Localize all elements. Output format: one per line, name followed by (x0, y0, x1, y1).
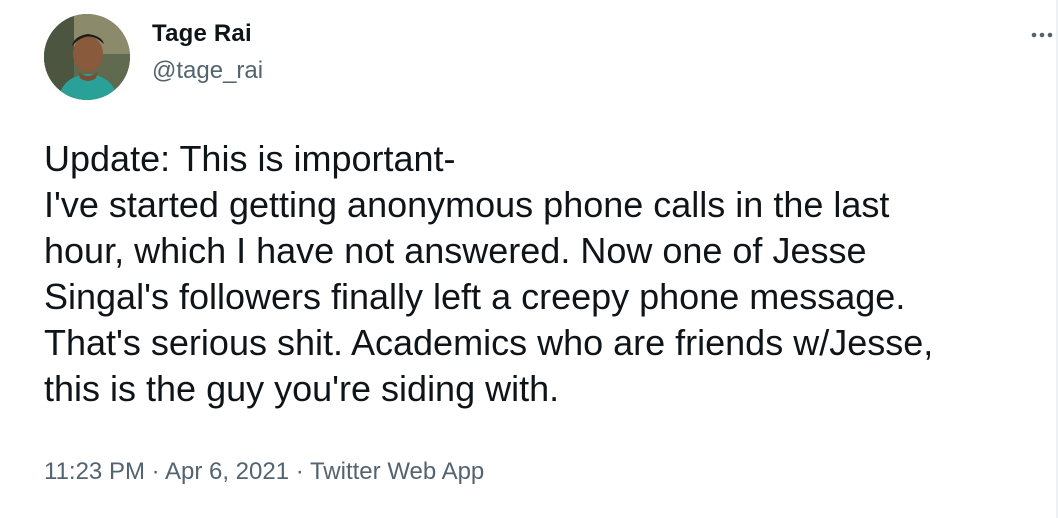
tweet-text-line: hour, which I have not answered. Now one… (44, 230, 867, 271)
tweet-metadata: 11:23 PM · Apr 6, 2021 · Twitter Web App (44, 458, 484, 486)
author-handle[interactable]: @tage_rai (152, 57, 263, 85)
meta-separator: · (144, 458, 165, 485)
more-options-button[interactable] (1030, 28, 1054, 42)
meta-separator: · (289, 458, 310, 485)
tweet-text: Update: This is important- I've started … (44, 136, 1044, 412)
tweet-source-link[interactable]: Twitter Web App (310, 458, 484, 485)
avatar-photo (44, 14, 130, 100)
author-display-name[interactable]: Tage Rai (152, 20, 252, 48)
tweet-text-line: this is the guy you're siding with. (44, 368, 560, 409)
more-horizontal-icon (1031, 32, 1053, 38)
tweet-text-line: I've started getting anonymous phone cal… (44, 184, 890, 225)
tweet-date-link[interactable]: Apr 6, 2021 (165, 458, 289, 485)
tweet-text-line: Singal's followers finally left a creepy… (44, 276, 906, 317)
tweet-time-link[interactable]: 11:23 PM (44, 458, 145, 485)
avatar[interactable] (44, 14, 130, 100)
tweet-card: Tage Rai @tage_rai Update: This is impor… (0, 0, 1058, 518)
tweet-text-line: Update: This is important- (44, 138, 456, 179)
tweet-text-line: That's serious shit. Academics who are f… (44, 322, 934, 363)
